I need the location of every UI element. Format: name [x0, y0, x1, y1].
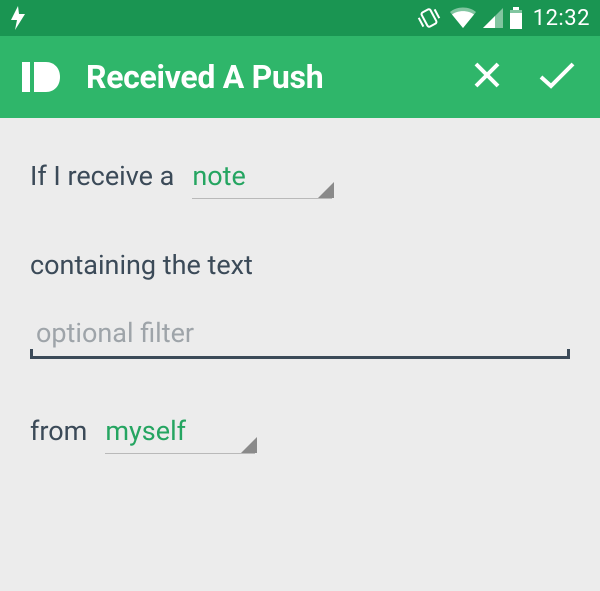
label-containing: containing the text	[30, 249, 570, 281]
status-bar: 12:32	[0, 0, 600, 36]
cancel-button[interactable]	[462, 52, 512, 102]
chevron-down-icon	[241, 437, 257, 453]
battery-icon	[509, 7, 523, 29]
label-if-receive: If I receive a	[30, 160, 174, 192]
push-type-spinner[interactable]: note	[192, 160, 332, 199]
from-spinner[interactable]: myself	[105, 415, 255, 454]
filter-input[interactable]	[30, 311, 570, 359]
line-receive: If I receive a note	[30, 160, 570, 199]
wifi-icon	[449, 7, 477, 29]
confirm-button[interactable]	[532, 52, 582, 102]
chevron-down-icon	[318, 182, 334, 198]
signal-icon	[483, 8, 503, 28]
close-icon	[471, 59, 503, 95]
flash-icon	[8, 6, 28, 30]
push-type-value: note	[192, 160, 245, 192]
action-bar: Received A Push	[0, 36, 600, 118]
form-content: If I receive a note containing the text …	[0, 118, 600, 454]
page-title: Received A Push	[86, 58, 442, 96]
label-from: from	[30, 415, 87, 447]
filter-field-wrap	[30, 311, 570, 359]
vibrate-icon	[415, 7, 443, 29]
check-icon	[537, 59, 577, 95]
status-clock: 12:32	[533, 6, 590, 31]
app-logo-icon	[16, 52, 66, 102]
line-from: from myself	[30, 415, 570, 454]
from-value: myself	[105, 415, 186, 447]
